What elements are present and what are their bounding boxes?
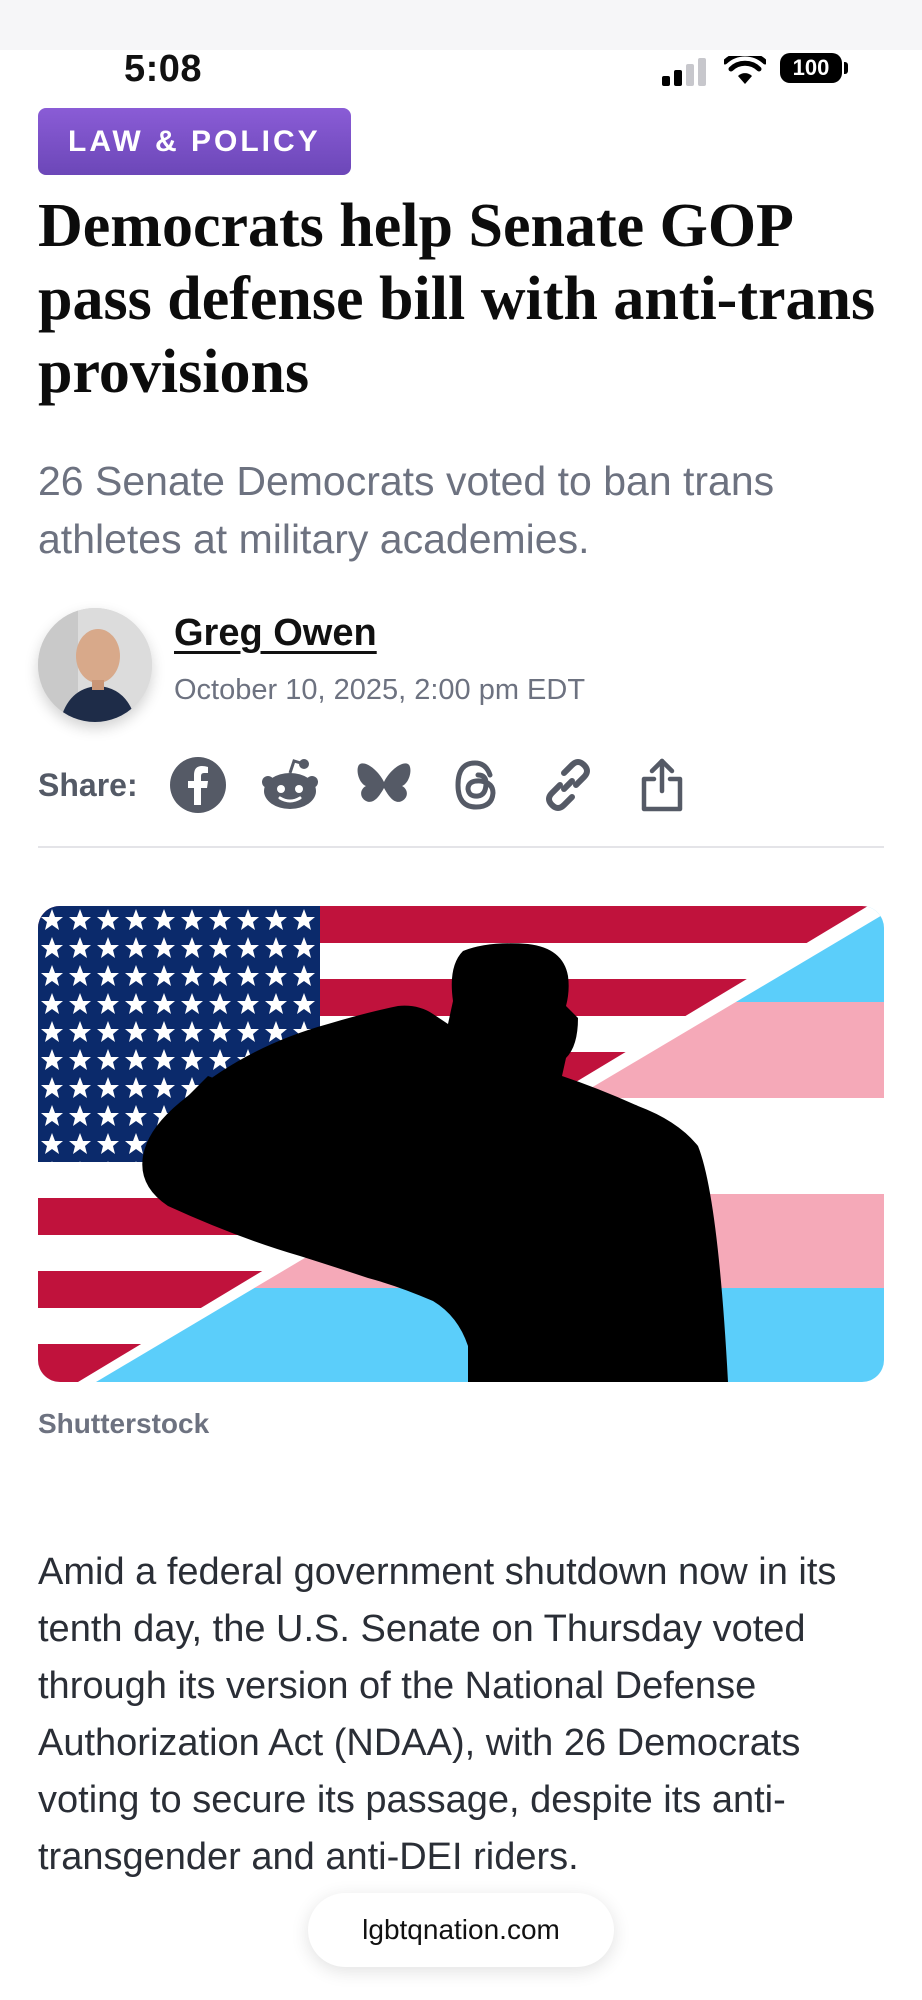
cellular-signal-icon (662, 58, 706, 86)
share-icon[interactable] (632, 755, 692, 815)
status-time: 5:08 (124, 48, 203, 90)
url-pill[interactable]: lgbtqnation.com (308, 1893, 614, 1967)
article-dek: 26 Senate Democrats voted to ban trans a… (38, 458, 775, 562)
author-avatar[interactable] (38, 608, 152, 722)
flag-soldier-illustration (38, 906, 884, 1382)
status-bar: 5:08 100 (0, 48, 922, 90)
publish-date: October 10, 2025, 2:00 pm EDT (174, 674, 586, 706)
hero-image[interactable] (38, 906, 884, 1382)
category-badge[interactable]: LAW & POLICY (38, 108, 351, 175)
share-label: Share: (38, 767, 138, 803)
battery-icon: 100 (780, 53, 842, 83)
threads-icon[interactable] (446, 755, 506, 815)
article-headline: Democrats help Senate GOP pass defense b… (38, 192, 876, 406)
image-credit: Shutterstock (38, 1408, 210, 1439)
link-icon[interactable] (538, 755, 598, 815)
author-name-link[interactable]: Greg Owen (174, 612, 377, 655)
top-strip (0, 0, 922, 50)
battery-tip (844, 62, 848, 74)
avatar-photo (38, 608, 152, 722)
share-bar: Share: (38, 755, 888, 815)
bluesky-icon[interactable] (354, 755, 414, 815)
facebook-icon[interactable] (168, 755, 228, 815)
divider (38, 846, 884, 848)
wifi-icon (724, 56, 766, 84)
reddit-icon[interactable] (260, 755, 320, 815)
article-body: Amid a federal government shutdown now i… (38, 1551, 837, 1878)
